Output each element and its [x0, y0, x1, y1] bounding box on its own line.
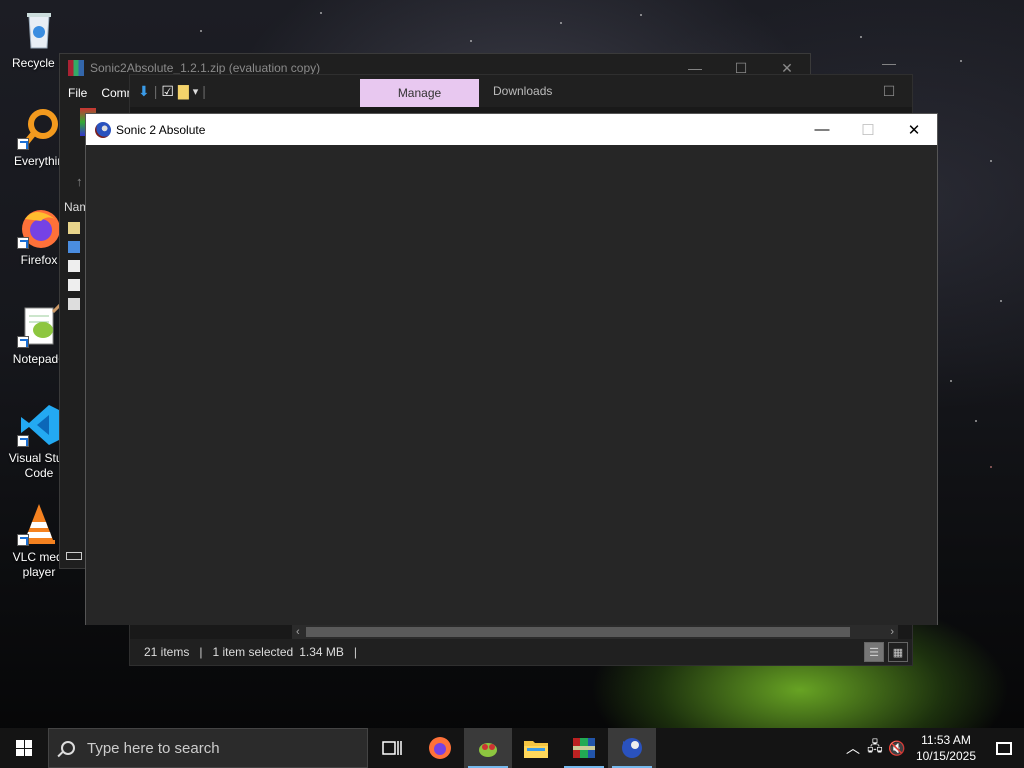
game-canvas[interactable] [86, 145, 937, 625]
document-icon [68, 260, 80, 272]
clock-date: 10/15/2025 [915, 749, 976, 763]
winrar-title: Sonic2Absolute_1.2.1.zip (evaluation cop… [90, 61, 321, 75]
scroll-right-arrow[interactable]: › [890, 626, 894, 638]
taskbar: Type here to search ︿ 🖧 🔇 11:53 AM 10/15… [0, 728, 1024, 768]
tab-manage[interactable]: Manage [360, 79, 479, 107]
vlc-cone-icon [17, 502, 61, 546]
download-arrow-icon[interactable]: ⬇ [138, 83, 150, 100]
horizontal-scrollbar[interactable]: ‹ › [292, 625, 898, 639]
winrar-icon [573, 738, 595, 758]
selection-count: 1 item selected [212, 645, 294, 659]
scrollbar-thumb[interactable] [306, 627, 850, 637]
vscode-icon [17, 403, 61, 447]
notification-icon [996, 741, 1012, 755]
explorer-titlebar[interactable]: ⬇ | ☑ ▇ ▾ | Manage Downloads — ☐ ✕ [130, 55, 912, 127]
start-button[interactable] [0, 728, 48, 768]
close-button[interactable]: ✕ [891, 116, 937, 144]
explorer-location-title: Downloads [493, 84, 553, 98]
item-count: 21 items [144, 645, 190, 659]
network-icon[interactable]: 🖧 [864, 736, 886, 760]
clock[interactable]: 11:53 AM 10/15/2025 [908, 732, 984, 764]
recycle-bin-icon [17, 8, 61, 52]
winrar-app-icon [68, 60, 84, 76]
sonic-titlebar[interactable]: Sonic 2 Absolute — ☐ ✕ [86, 114, 937, 145]
folder-icon [68, 222, 80, 234]
taskbar-search-box[interactable]: Type here to search [48, 728, 368, 768]
details-view-button[interactable]: ☰ [864, 642, 884, 662]
folder-icon [524, 741, 548, 758]
volume-muted-icon[interactable]: 🔇 [886, 740, 908, 757]
sonic-app-icon [95, 121, 111, 138]
chevron-up-icon[interactable]: ︿ [842, 738, 864, 758]
sonic-game-window[interactable]: Sonic 2 Absolute — ☐ ✕ [85, 113, 938, 625]
notepad-plus-plus-icon [479, 743, 497, 757]
taskbar-firefox[interactable] [416, 728, 464, 768]
windows-logo-icon [16, 740, 32, 756]
system-tray: ︿ 🖧 🔇 11:53 AM 10/15/2025 [842, 728, 1024, 768]
firefox-icon [17, 205, 61, 249]
winrar-left-strip: ↑ Nam [60, 104, 96, 564]
menu-file[interactable]: File [68, 86, 87, 100]
clock-time: 11:53 AM [921, 733, 971, 747]
minimize-button[interactable]: — [866, 49, 912, 77]
taskbar-winrar[interactable] [560, 728, 608, 768]
properties-icon[interactable]: ☑ [161, 83, 174, 100]
search-icon [58, 738, 78, 758]
task-view-button[interactable] [368, 728, 416, 768]
task-view-icon [382, 741, 402, 755]
customize-toolbar-icon[interactable]: ▾ [193, 85, 199, 98]
taskbar-file-explorer[interactable] [512, 728, 560, 768]
up-arrow-icon[interactable]: ↑ [76, 174, 83, 189]
firefox-icon [429, 737, 451, 759]
notification-center-button[interactable] [984, 728, 1024, 768]
maximize-button[interactable]: ☐ [866, 77, 912, 105]
new-folder-icon[interactable]: ▇ [178, 83, 189, 100]
taskbar-notepad-plus-plus[interactable] [464, 728, 512, 768]
sonic-app-icon [622, 738, 642, 758]
notepad-plus-plus-icon [17, 302, 63, 348]
document-icon [68, 279, 80, 291]
drive-icon [66, 552, 82, 560]
sonic-window-title: Sonic 2 Absolute [116, 122, 206, 137]
minimize-button[interactable]: — [799, 116, 845, 144]
image-file-icon [68, 298, 80, 310]
large-icons-view-button[interactable]: ▦ [888, 642, 908, 662]
everything-search-icon [17, 106, 61, 150]
scroll-left-arrow[interactable]: ‹ [296, 626, 300, 638]
quick-access-toolbar: ⬇ | ☑ ▇ ▾ | [138, 82, 206, 100]
taskbar-sonic-2-absolute[interactable] [608, 728, 656, 768]
maximize-button: ☐ [861, 121, 875, 139]
search-placeholder: Type here to search [87, 739, 220, 757]
file-icon [68, 241, 80, 253]
explorer-statusbar: 21 items | 1 item selected 1.34 MB | ☰ ▦ [130, 639, 912, 665]
selection-size: 1.34 MB [299, 645, 344, 659]
